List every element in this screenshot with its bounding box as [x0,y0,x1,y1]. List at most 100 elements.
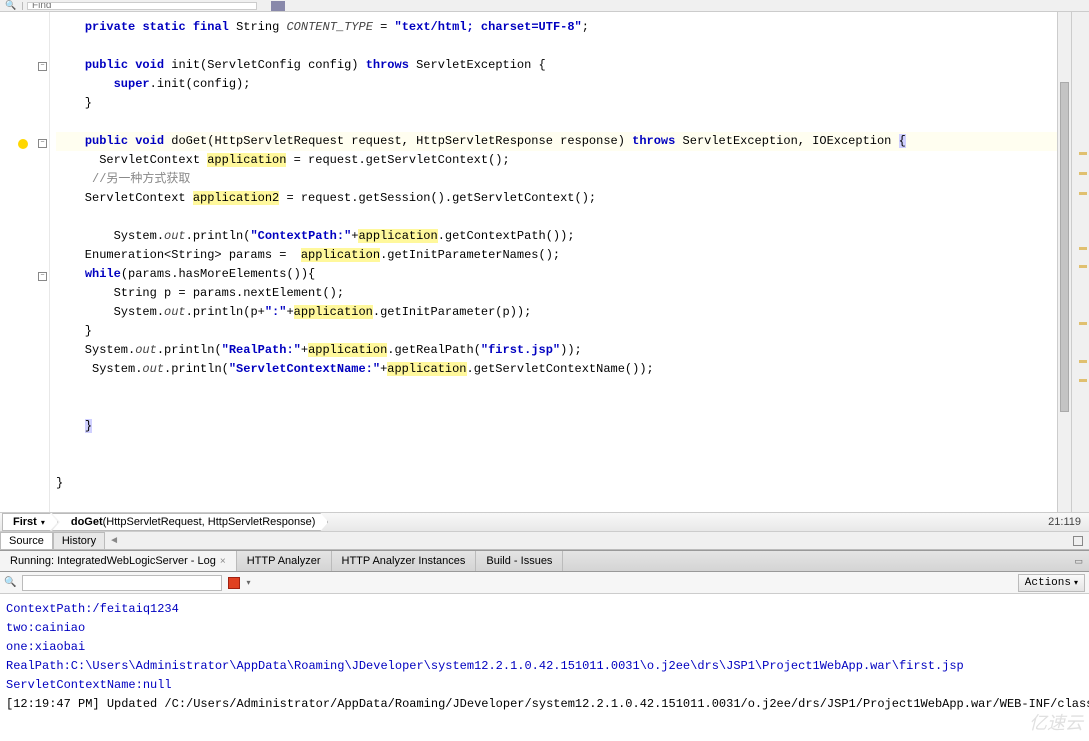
editor-bottom-tabs: Source History ◄ [0,532,1089,550]
ruler-mark[interactable] [1079,379,1087,382]
code-text: )); [560,343,582,357]
actions-label: Actions [1025,577,1071,589]
actions-button[interactable]: Actions▾ [1018,574,1085,592]
search-icon[interactable]: 🔍 [4,577,16,589]
cursor-position: 21:119 [1040,516,1089,528]
code-text: .println( [186,229,251,243]
tab-running-log[interactable]: Running: IntegratedWebLogicServer - Log × [0,551,237,571]
close-icon[interactable]: × [220,556,226,567]
code-text: .println( [164,362,229,376]
ruler-mark[interactable] [1079,265,1087,268]
split-icon[interactable] [1073,536,1083,546]
code-text: System. [56,343,135,357]
tab-http-analyzer[interactable]: HTTP Analyzer [237,551,332,571]
tab-history[interactable]: History [53,532,105,549]
highlight: application2 [193,191,279,205]
identifier: out [135,343,157,357]
find-input[interactable] [27,2,257,10]
code-text: .getInitParameterNames(); [380,248,560,262]
keyword: static [142,20,185,34]
ruler-mark[interactable] [1079,152,1087,155]
string-literal: ":" [265,305,287,319]
bookmark-icon[interactable] [293,1,307,11]
code-text: .getInitParameter(p)); [373,305,531,319]
fold-icon[interactable]: − [38,272,47,281]
op: + [301,343,308,357]
console-line: ContextPath:/feitaiq1234 [6,600,1083,619]
log-search-bar: 🔍 ▾ Actions▾ [0,572,1089,594]
code-text: System. [56,305,164,319]
op: + [286,305,293,319]
keyword: private [85,20,135,34]
error-ruler[interactable] [1071,12,1089,512]
tab-http-analyzer-instances[interactable]: HTTP Analyzer Instances [332,551,477,571]
highlight: application [207,153,286,167]
code-text: (params.hasMoreElements()){ [121,267,315,281]
fold-icon[interactable]: − [38,139,47,148]
comment: //另一种方式获取 [56,172,190,186]
keyword: while [85,267,121,281]
search-icon[interactable]: 🔍 [4,1,18,11]
identifier: CONTENT_TYPE [286,20,372,34]
highlight: application [301,248,380,262]
code-content[interactable]: private static final String CONTENT_TYPE… [50,12,1089,512]
punct: ; [582,20,589,34]
stop-icon[interactable] [228,577,240,589]
dropdown-icon[interactable]: ▾ [246,578,250,588]
fold-icon[interactable]: − [38,62,47,71]
type: String [229,20,287,34]
keyword: public [85,58,128,72]
console-line: ServletContextName:null [6,676,1083,695]
keyword: final [193,20,229,34]
string-literal: "first.jsp" [481,343,560,357]
code-text: = request.getServletContext(); [286,153,509,167]
scroll-thumb[interactable] [1060,82,1069,412]
tab-label: Running: IntegratedWebLogicServer - Log [10,555,216,567]
brace: } [56,476,63,490]
vertical-scrollbar[interactable] [1057,12,1071,512]
breadcrumb-label: doGet [71,516,103,528]
editor-toolbar: 🔍 [0,0,1089,12]
ruler-mark[interactable] [1079,360,1087,363]
gutter: − − − [0,12,50,512]
code-text: .init(config); [150,77,251,91]
keyword: throws [366,58,409,72]
identifier: out [164,229,186,243]
code-text: ServletContext [56,153,207,167]
code-text: String p = params.nextElement(); [56,286,344,300]
scroll-left-icon[interactable]: ◄ [109,535,119,546]
brace: } [56,96,92,110]
keyword: super [114,77,150,91]
tab-source[interactable]: Source [0,532,53,549]
keyword: void [128,134,164,148]
highlight: application [387,362,466,376]
log-search-input[interactable] [22,575,222,591]
code-text: .println(p+ [186,305,265,319]
code-text: = request.getSession().getServletContext… [279,191,596,205]
breadcrumb-bar: First▾ doGet(HttpServletRequest, HttpSer… [0,512,1089,532]
code-text: .getContextPath()); [438,229,575,243]
code-editor[interactable]: − − − private static final String CONTEN… [0,12,1089,512]
string-literal: "ContextPath:" [250,229,351,243]
bottom-panel-tabs: Running: IntegratedWebLogicServer - Log ×… [0,550,1089,572]
highlight: application [294,305,373,319]
code-text: ServletContext [56,191,193,205]
ruler-mark[interactable] [1079,172,1087,175]
toolbar-icons-group [271,1,307,11]
breadcrumb-class[interactable]: First▾ [2,513,58,531]
ruler-mark[interactable] [1079,322,1087,325]
method-sig: init(ServletConfig config) [164,58,366,72]
ruler-mark[interactable] [1079,247,1087,250]
tab-build-issues[interactable]: Build - Issues [476,551,563,571]
breadcrumb-label: First [13,516,37,528]
string-literal: "RealPath:" [222,343,301,357]
console-output[interactable]: ContextPath:/feitaiq1234 two:cainiao one… [0,594,1089,720]
outdent-icon[interactable] [271,1,285,11]
breadcrumb-method[interactable]: doGet(HttpServletRequest, HttpServletRes… [52,513,329,531]
code-text: Enumeration<String> params = [56,248,301,262]
ruler-mark[interactable] [1079,192,1087,195]
lightbulb-icon[interactable] [18,139,28,149]
minimize-icon[interactable]: ▭ [1068,551,1089,571]
brace: } [85,419,92,433]
op: = [373,20,395,34]
